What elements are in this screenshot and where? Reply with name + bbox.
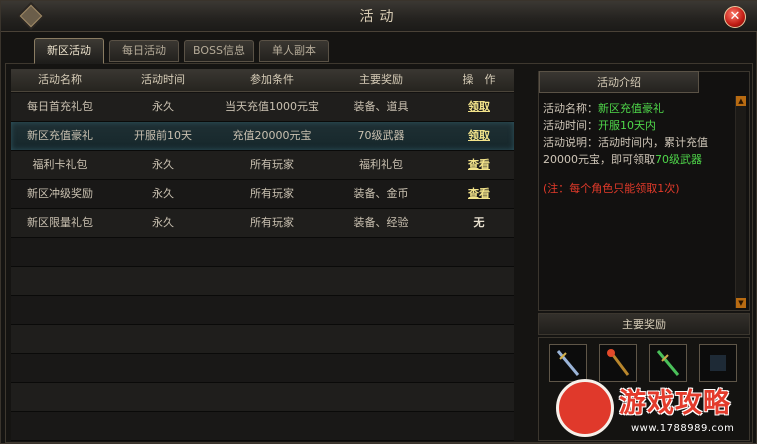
cell-condition: 所有玩家 — [250, 216, 294, 229]
action-link[interactable]: 领取 — [468, 100, 490, 113]
table-row — [11, 412, 514, 441]
watermark-text: 游戏攻略 — [619, 388, 731, 419]
scroll-up-arrow-icon[interactable]: ▲ — [736, 96, 746, 106]
intro-desc-label: 活动说明： — [543, 136, 598, 149]
cell-condition: 所有玩家 — [250, 187, 294, 200]
cell-reward: 福利礼包 — [359, 158, 403, 171]
tab-daily-events[interactable]: 每日活动 — [109, 40, 179, 62]
table-row[interactable]: 新区充值豪礼 开服前10天 充值20000元宝 70级武器 领取 — [11, 122, 514, 151]
cell-reward: 装备、金币 — [353, 187, 409, 200]
cell-condition: 当天充值1000元宝 — [225, 100, 319, 113]
sword-icon — [556, 350, 580, 376]
reward-slot-4[interactable] — [699, 344, 737, 382]
reward-slot-2[interactable] — [599, 344, 637, 382]
cell-reward: 装备、经验 — [353, 216, 409, 229]
action-link[interactable]: 查看 — [468, 158, 490, 171]
tab-boss-info[interactable]: BOSS信息 — [184, 40, 254, 62]
col-header-action: 操 作 — [462, 73, 496, 86]
cell-activity-time: 永久 — [152, 187, 174, 200]
cell-reward: 装备、道具 — [353, 100, 409, 113]
window-title: 活动 — [359, 9, 400, 25]
cell-activity-name: 新区充值豪礼 — [27, 129, 93, 142]
watermark-url: www.1788989.com — [631, 423, 735, 434]
rewards-header: 主要奖励 — [538, 313, 750, 335]
table-row — [11, 383, 514, 412]
cell-activity-time: 永久 — [152, 100, 174, 113]
table-row[interactable]: 每日首充礼包 永久 当天充值1000元宝 装备、道具 领取 — [11, 93, 514, 122]
cell-reward: 70级武器 — [357, 129, 405, 142]
cell-condition: 充值20000元宝 — [232, 129, 312, 142]
title-bar: 活动 ✕ — [1, 1, 757, 32]
col-header-name: 活动名称 — [38, 73, 82, 86]
intro-content: 活动名称：新区充值豪礼 活动时间：开服10天内 活动说明：活动时间内，累计充值2… — [543, 100, 731, 197]
col-header-condition: 参加条件 — [250, 73, 294, 86]
table-header: 活动名称 活动时间 参加条件 主要奖励 操 作 — [11, 69, 514, 92]
scroll-down-arrow-icon[interactable]: ▼ — [736, 298, 746, 308]
action-link[interactable]: 查看 — [468, 187, 490, 200]
col-header-time: 活动时间 — [141, 73, 185, 86]
cell-activity-name: 福利卡礼包 — [32, 158, 88, 171]
item-icon — [710, 355, 726, 371]
cell-condition: 所有玩家 — [250, 158, 294, 171]
intro-header: 活动介绍 — [539, 71, 699, 93]
activity-table: 活动名称 活动时间 参加条件 主要奖励 操 作 每日首充礼包 永久 当天充值1000… — [11, 69, 514, 441]
reward-slot-1[interactable] — [549, 344, 587, 382]
activity-window: 活动 ✕ 新区活动 每日活动 BOSS信息 单人副本 活动名称 活动时间 参加条… — [0, 0, 757, 444]
table-row — [11, 354, 514, 383]
action-none-text: 无 — [473, 216, 485, 229]
intro-name-line: 活动名称：新区充值豪礼 — [543, 100, 731, 117]
cell-activity-time: 永久 — [152, 158, 174, 171]
cell-action: 领取 — [431, 93, 527, 121]
cell-action: 领取 — [431, 122, 527, 150]
tab-solo-dungeon[interactable]: 单人副本 — [259, 40, 329, 62]
col-header-reward: 主要奖励 — [359, 73, 403, 86]
intro-desc-line: 活动说明：活动时间内，累计充值20000元宝，即可领取70级武器 — [543, 134, 731, 168]
table-row — [11, 296, 514, 325]
cell-action: 查看 — [431, 180, 527, 208]
intro-time-value: 开服10天内 — [598, 119, 656, 132]
intro-panel: 活动介绍 活动名称：新区充值豪礼 活动时间：开服10天内 活动说明：活动时间内，… — [538, 71, 750, 311]
blade-icon — [656, 350, 680, 376]
tab-new-server-events[interactable]: 新区活动 — [34, 38, 104, 64]
intro-desc-value: 70级武器 — [655, 153, 702, 166]
table-row — [11, 267, 514, 296]
watermark-logo-icon — [556, 379, 614, 437]
intro-note: (注：每个角色只能领取1次) — [543, 182, 680, 195]
cell-action: 查看 — [431, 151, 527, 179]
intro-time-line: 活动时间：开服10天内 — [543, 117, 731, 134]
intro-name-label: 活动名称： — [543, 102, 598, 115]
intro-name-value: 新区充值豪礼 — [598, 102, 664, 115]
staff-icon — [607, 349, 630, 376]
table-row[interactable]: 新区冲级奖励 永久 所有玩家 装备、金币 查看 — [11, 180, 514, 209]
cell-activity-time: 永久 — [152, 216, 174, 229]
cell-activity-name: 每日首充礼包 — [27, 100, 93, 113]
cell-activity-name: 新区限量礼包 — [27, 216, 93, 229]
intro-scrollbar[interactable]: ▲ ▼ — [735, 96, 746, 308]
table-row[interactable]: 新区限量礼包 永久 所有玩家 装备、经验 无 — [11, 209, 514, 238]
table-row — [11, 325, 514, 354]
watermark: 游戏攻略 www.1788989.com — [553, 379, 755, 443]
cell-action: 无 — [431, 209, 527, 237]
table-row[interactable]: 福利卡礼包 永久 所有玩家 福利礼包 查看 — [11, 151, 514, 180]
cell-activity-name: 新区冲级奖励 — [27, 187, 93, 200]
reward-slot-3[interactable] — [649, 344, 687, 382]
action-link[interactable]: 领取 — [468, 129, 490, 142]
cell-activity-time: 开服前10天 — [134, 129, 192, 142]
close-button[interactable]: ✕ — [724, 6, 746, 28]
intro-time-label: 活动时间： — [543, 119, 598, 132]
table-row — [11, 238, 514, 267]
